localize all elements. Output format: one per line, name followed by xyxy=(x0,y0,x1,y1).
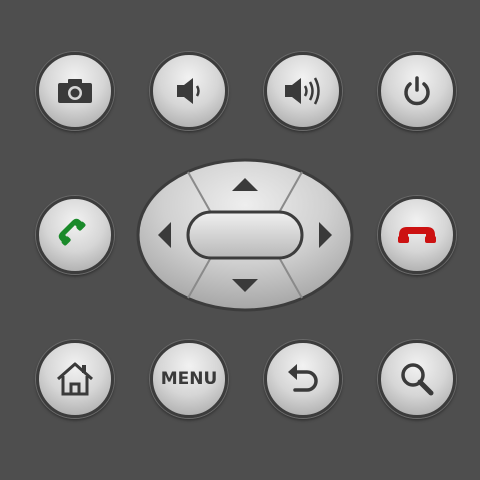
camera-button[interactable] xyxy=(36,52,114,130)
search-icon xyxy=(401,363,434,396)
volume-up-button[interactable] xyxy=(264,52,342,130)
volume-down-icon xyxy=(177,78,200,104)
home-button[interactable] xyxy=(36,340,114,418)
back-arrow-icon xyxy=(288,364,318,392)
call-button[interactable] xyxy=(36,196,114,274)
search-button[interactable] xyxy=(378,340,456,418)
phone-call-icon xyxy=(58,218,86,246)
phone-end-icon xyxy=(398,227,436,243)
back-button[interactable] xyxy=(264,340,342,418)
remote-control-panel: MENU xyxy=(0,0,480,480)
end-call-button[interactable] xyxy=(378,196,456,274)
dpad xyxy=(136,158,354,312)
menu-label: MENU xyxy=(160,369,218,389)
camera-icon xyxy=(58,79,92,103)
power-button[interactable] xyxy=(378,52,456,130)
dpad-center-button[interactable] xyxy=(186,210,304,260)
power-icon xyxy=(404,76,430,106)
volume-up-icon xyxy=(285,77,320,105)
volume-down-button[interactable] xyxy=(150,52,228,130)
menu-button[interactable]: MENU xyxy=(150,340,228,418)
home-icon xyxy=(57,362,93,396)
